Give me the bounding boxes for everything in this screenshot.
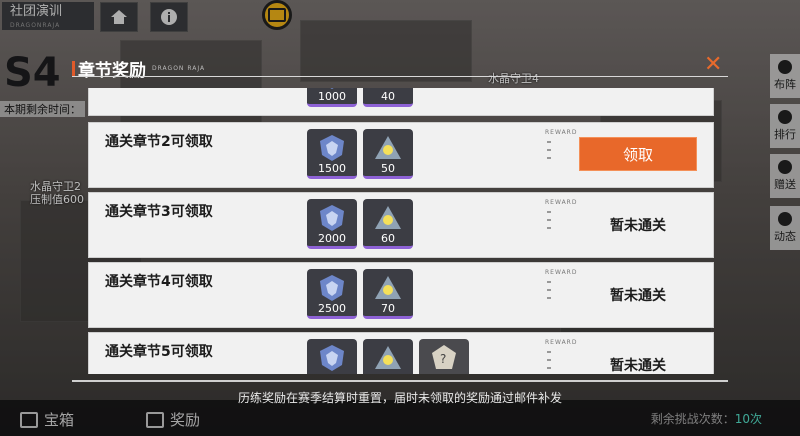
item-amount: 1500	[318, 162, 346, 175]
gem-shield-icon	[320, 205, 344, 231]
row-title: 通关章节5可领取	[105, 344, 213, 360]
reward-item[interactable]: 1500	[307, 129, 357, 179]
divider	[72, 76, 728, 77]
reward-row: 通关章节2可领取 1500 50 REWARD 领取	[88, 122, 714, 188]
reward-dots	[547, 351, 551, 374]
item-amount: 60	[381, 232, 395, 245]
reward-item[interactable]: 2500	[307, 269, 357, 319]
not-cleared-status: 暂未通关	[579, 281, 697, 311]
reward-item[interactable]: ?	[419, 339, 469, 374]
row-title: 通关章节3可领取	[105, 204, 213, 220]
reward-row: 通关章节5可领取 ? REWARD 暂未通关	[88, 332, 714, 374]
panel-title: 章节奖励 DRAGON RAJA	[72, 56, 205, 81]
gem-shield-icon	[320, 135, 344, 161]
reward-list[interactable]: 1000 40 通关章节2可领取 1500 50 REWARD 领取 通关章节3…	[88, 88, 714, 374]
reward-item[interactable]: 50	[363, 129, 413, 179]
reward-item[interactable]: 70	[363, 269, 413, 319]
chapter-reward-panel: 章节奖励 DRAGON RAJA ✕ 1000 40 通关章节2可领取 1500	[72, 50, 732, 384]
mystery-crystal-icon: ?	[432, 345, 456, 369]
reward-tag: REWARD	[545, 269, 578, 276]
status-text: 暂未通关	[610, 218, 666, 234]
item-amount: 2000	[318, 232, 346, 245]
reward-row: 1000 40	[88, 88, 714, 116]
reward-tag: REWARD	[545, 339, 578, 346]
item-amount: 50	[381, 162, 395, 175]
reward-tag: REWARD	[545, 199, 578, 206]
reward-row: 通关章节4可领取 2500 70 REWARD 暂未通关	[88, 262, 714, 328]
reward-tag: REWARD	[545, 129, 578, 136]
gem-shield-icon	[320, 345, 344, 371]
item-amount: 1000	[318, 90, 346, 103]
item-amount: 40	[381, 90, 395, 103]
reward-item[interactable]: 2000	[307, 199, 357, 249]
reward-item[interactable]: 1000	[307, 88, 357, 107]
item-amount: 70	[381, 302, 395, 315]
status-text: 暂未通关	[610, 288, 666, 304]
spark-triangle-icon	[375, 206, 401, 229]
gem-shield-icon	[320, 275, 344, 301]
reward-dots	[547, 281, 551, 305]
reward-item[interactable]: 40	[363, 88, 413, 107]
row-title: 通关章节4可领取	[105, 274, 213, 290]
reward-item[interactable]	[363, 339, 413, 374]
close-icon[interactable]: ✕	[704, 52, 722, 77]
row-title: 通关章节2可领取	[105, 134, 213, 150]
spark-triangle-icon	[375, 346, 401, 369]
not-cleared-status: 暂未通关	[579, 211, 697, 241]
not-cleared-status: 暂未通关	[579, 351, 697, 374]
divider	[72, 380, 728, 382]
panel-title-text: 章节奖励	[78, 61, 146, 81]
reward-dots	[547, 141, 551, 165]
item-amount: 2500	[318, 302, 346, 315]
status-text: 暂未通关	[610, 358, 666, 374]
svg-text:?: ?	[440, 352, 446, 366]
reward-item[interactable]	[307, 339, 357, 374]
claim-button[interactable]: 领取	[579, 137, 697, 171]
title-accent-bar	[72, 60, 75, 77]
reward-row: 通关章节3可领取 2000 60 REWARD 暂未通关	[88, 192, 714, 258]
panel-title-sub: DRAGON RAJA	[152, 65, 206, 72]
spark-triangle-icon	[375, 276, 401, 299]
reward-item[interactable]: 60	[363, 199, 413, 249]
reward-dots	[547, 211, 551, 235]
spark-triangle-icon	[375, 136, 401, 159]
reset-footnote: 历练奖励在赛季结算时重置，届时未领取的奖励通过邮件补发	[237, 391, 562, 405]
